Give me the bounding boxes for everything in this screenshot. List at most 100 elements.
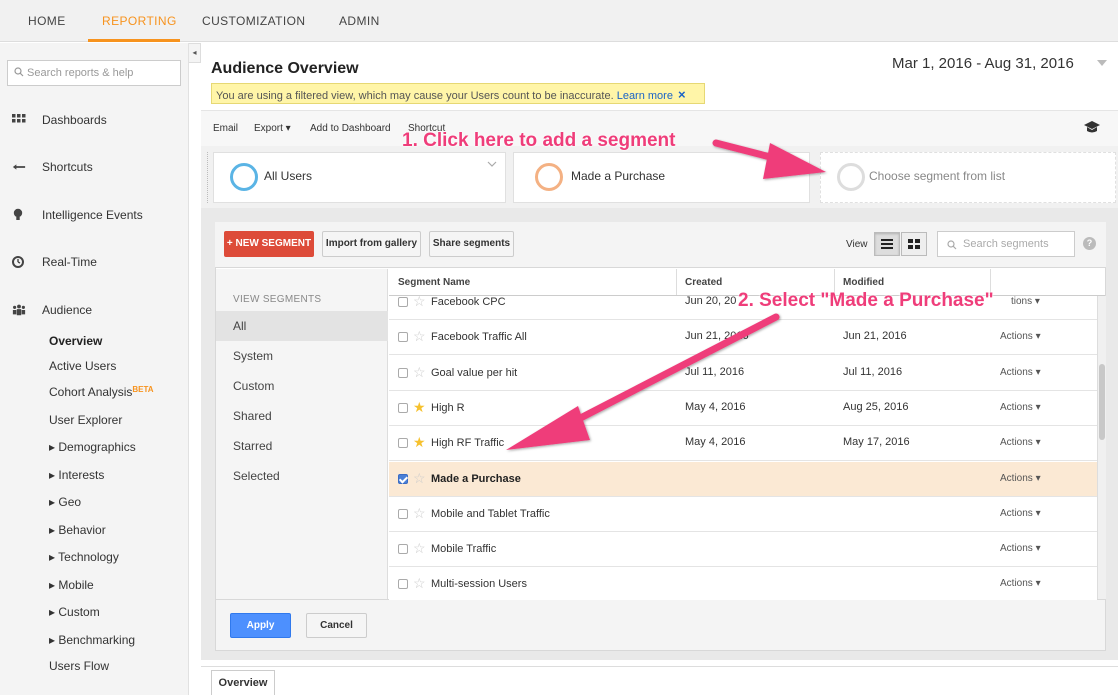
sidebar-sub-benchmarking[interactable]: ▸ Benchmarking <box>49 633 135 647</box>
segment-name: Facebook CPC <box>431 296 506 308</box>
import-from-gallery-button[interactable]: Import from gallery <box>322 231 421 257</box>
star-icon[interactable]: ☆ <box>413 294 426 308</box>
star-icon[interactable]: ☆ <box>413 541 426 555</box>
filter-starred[interactable]: Starred <box>216 431 388 461</box>
sidebar-item-intelligence-events[interactable]: Intelligence Events <box>0 205 189 225</box>
row-actions-menu[interactable]: Actions ▾ <box>1000 402 1041 413</box>
row-actions-menu[interactable]: Actions ▾ <box>1000 367 1041 378</box>
star-icon[interactable]: ☆ <box>413 329 426 343</box>
table-row[interactable]: ☆ Facebook Traffic All Jun 21, 2016 Jun 21,… <box>389 320 1097 356</box>
tab-home[interactable]: HOME <box>28 14 66 28</box>
column-header-created[interactable]: Created <box>685 277 722 288</box>
sidebar-item-dashboards[interactable]: Dashboards <box>0 110 189 130</box>
column-header-modified[interactable]: Modified <box>843 277 884 288</box>
row-checkbox[interactable] <box>398 544 408 555</box>
sidebar-sub-cohort-analysis[interactable]: Cohort AnalysisBETA <box>49 385 154 399</box>
help-icon[interactable]: ? <box>1083 237 1096 250</box>
row-actions-menu[interactable]: Actions ▾ <box>1000 543 1041 554</box>
star-icon[interactable]: ★ <box>413 400 426 414</box>
search-icon <box>14 67 24 77</box>
scrollbar-thumb[interactable] <box>1099 364 1105 440</box>
segment-search-placeholder: Search segments <box>963 238 1049 250</box>
filter-custom[interactable]: Custom <box>216 371 388 401</box>
segment-card-made-a-purchase[interactable]: Made a Purchase <box>513 152 810 203</box>
table-row[interactable]: ★ High R May 4, 2016 Aug 25, 2016 Actions ▾ <box>389 390 1097 426</box>
row-checkbox[interactable] <box>398 579 408 590</box>
sidebar-sub-geo[interactable]: ▸ Geo <box>49 495 81 509</box>
sidebar-sub-overview[interactable]: Overview <box>49 334 102 348</box>
segment-modified: Aug 25, 2016 <box>843 400 909 413</box>
star-icon[interactable]: ★ <box>413 435 426 449</box>
chevron-down-icon[interactable] <box>1097 60 1107 66</box>
row-checkbox[interactable] <box>398 473 408 484</box>
tab-reporting[interactable]: REPORTING <box>102 14 177 28</box>
segment-name: Mobile and Tablet Traffic <box>431 507 550 520</box>
sidebar-sub-mobile[interactable]: ▸ Mobile <box>49 578 94 592</box>
learn-more-link[interactable]: Learn more <box>617 90 673 102</box>
row-actions-menu[interactable]: Actions ▾ <box>1000 473 1041 484</box>
tab-customization[interactable]: CUSTOMIZATION <box>202 14 305 28</box>
row-actions-menu[interactable]: Actions ▾ <box>1000 437 1041 448</box>
email-button[interactable]: Email <box>213 123 238 134</box>
segment-created: Jul 11, 2016 <box>685 365 745 378</box>
sidebar-sub-demographics[interactable]: ▸ Demographics <box>49 440 136 454</box>
segment-list-scrollbar[interactable] <box>1097 296 1106 599</box>
export-button[interactable]: Export ▾ <box>254 123 291 134</box>
apply-button[interactable]: Apply <box>230 613 291 638</box>
choose-segment-slot[interactable]: Choose segment from list <box>820 152 1116 203</box>
sidebar-item-audience[interactable]: Audience <box>0 300 189 320</box>
row-checkbox[interactable] <box>398 402 408 413</box>
share-segments-button[interactable]: Share segments <box>429 231 514 257</box>
cancel-button[interactable]: Cancel <box>306 613 367 638</box>
row-actions-menu[interactable]: tions ▾ <box>1011 296 1040 307</box>
filter-system[interactable]: System <box>216 341 388 371</box>
tab-admin[interactable]: ADMIN <box>339 14 380 28</box>
table-row[interactable]: ☆ Multi-session Users Actions ▾ <box>389 567 1097 603</box>
filter-shared[interactable]: Shared <box>216 401 388 431</box>
new-segment-button[interactable]: + NEW SEGMENT <box>224 231 314 257</box>
row-checkbox[interactable] <box>398 438 408 449</box>
sidebar-sub-active-users[interactable]: Active Users <box>49 359 116 373</box>
row-checkbox[interactable] <box>398 508 408 519</box>
filter-all[interactable]: All <box>216 311 388 341</box>
grid-view-button[interactable] <box>901 232 927 256</box>
table-row[interactable]: ★ High RF Traffic May 4, 2016 May 17, 2016 A… <box>389 426 1097 462</box>
sidebar-collapse-button[interactable]: ◂ <box>189 43 201 63</box>
filter-selected[interactable]: Selected <box>216 461 388 491</box>
graduation-cap-icon[interactable] <box>1083 120 1101 134</box>
list-view-button[interactable] <box>874 232 900 256</box>
row-actions-menu[interactable]: Actions ▾ <box>1000 331 1041 342</box>
sidebar-sub-behavior[interactable]: ▸ Behavior <box>49 523 106 537</box>
row-actions-menu[interactable]: Actions ▾ <box>1000 578 1041 589</box>
row-checkbox[interactable] <box>398 332 408 343</box>
table-row[interactable]: ☆ Mobile and Tablet Traffic Actions ▾ <box>389 496 1097 532</box>
sidebar-item-real-time[interactable]: Real-Time <box>0 252 189 272</box>
sidebar-item-shortcuts[interactable]: Shortcuts <box>0 157 189 177</box>
tab-overview[interactable]: Overview <box>211 670 275 695</box>
star-icon[interactable]: ☆ <box>413 576 426 590</box>
column-header-segment-name[interactable]: Segment Name <box>398 277 470 288</box>
row-actions-menu[interactable]: Actions ▾ <box>1000 508 1041 519</box>
date-range-picker[interactable]: Mar 1, 2016 - Aug 31, 2016 <box>892 55 1074 72</box>
row-checkbox[interactable] <box>398 297 408 307</box>
star-icon[interactable]: ☆ <box>413 506 426 520</box>
close-icon[interactable]: × <box>678 87 686 102</box>
sidebar-sub-users-flow[interactable]: Users Flow <box>49 659 109 673</box>
sidebar-search-input[interactable]: Search reports & help <box>7 60 181 86</box>
star-icon[interactable]: ☆ <box>413 365 426 379</box>
star-icon[interactable]: ☆ <box>413 471 426 485</box>
sidebar-sub-user-explorer[interactable]: User Explorer <box>49 413 122 427</box>
table-row[interactable]: ☆ Made a Purchase Actions ▾ <box>389 461 1097 497</box>
sidebar-sub-custom[interactable]: ▸ Custom <box>49 605 100 619</box>
segment-created: May 4, 2016 <box>685 436 746 449</box>
segment-search-input[interactable]: Search segments <box>937 231 1075 257</box>
table-row[interactable]: ☆ Mobile Traffic Actions ▾ <box>389 532 1097 568</box>
chevron-down-icon[interactable] <box>487 159 497 169</box>
table-row[interactable]: ☆ Goal value per hit Jul 11, 2016 Jul 11, 2… <box>389 355 1097 391</box>
segment-name: Made a Purchase <box>431 472 521 485</box>
sidebar-sub-interests[interactable]: ▸ Interests <box>49 468 104 482</box>
segment-card-all-users[interactable]: All Users <box>213 152 506 203</box>
row-checkbox[interactable] <box>398 367 408 378</box>
sidebar-sub-technology[interactable]: ▸ Technology <box>49 550 119 564</box>
add-to-dashboard-button[interactable]: Add to Dashboard <box>310 123 391 134</box>
